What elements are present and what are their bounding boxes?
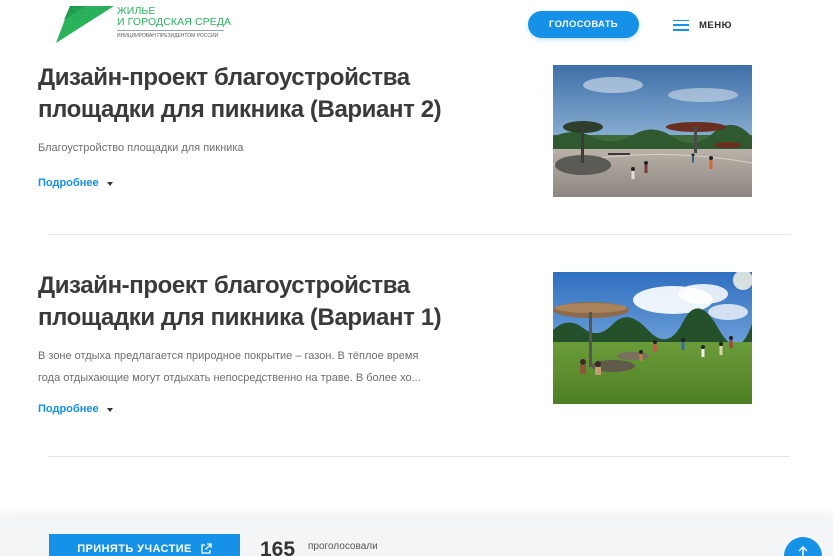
park-render-image bbox=[553, 272, 752, 404]
vote-count: 165 bbox=[260, 538, 296, 556]
caret-down-icon bbox=[106, 407, 113, 412]
project-title-line2: площадки для пикника (Вариант 1) bbox=[38, 304, 442, 331]
logo-small-text: Национальные проекты России bbox=[72, 6, 108, 20]
more-link-label: Подробнее bbox=[38, 403, 99, 415]
vote-button[interactable]: Голосовать bbox=[528, 11, 639, 38]
project-image[interactable] bbox=[553, 272, 752, 404]
logo-divider bbox=[117, 30, 224, 31]
vote-count-label: проголосовали bbox=[308, 541, 378, 552]
project-title[interactable]: Дизайн-проект благоустройства площадки д… bbox=[38, 62, 468, 126]
project-title-line2: площадки для пикника (Вариант 2) bbox=[38, 96, 442, 123]
project-title[interactable]: Дизайн-проект благоустройства площадки д… bbox=[38, 270, 468, 334]
participate-button[interactable]: Принять участие bbox=[49, 534, 240, 556]
project-image[interactable] bbox=[553, 65, 752, 197]
logo-title: Жилье и городская среда bbox=[117, 6, 231, 28]
project-description-line2: года отдыхающие могут отдыхать непосредс… bbox=[38, 372, 421, 384]
project-title-line1: Дизайн-проект благоустройства bbox=[38, 64, 410, 91]
menu-label: Меню bbox=[699, 19, 732, 31]
arrow-up-icon bbox=[798, 545, 808, 556]
scroll-top-button[interactable] bbox=[784, 537, 822, 556]
logo[interactable]: Национальные проекты России Жилье и горо… bbox=[56, 6, 236, 44]
more-link[interactable]: Подробнее bbox=[38, 403, 113, 415]
external-link-icon bbox=[200, 543, 212, 555]
hamburger-icon bbox=[673, 19, 689, 31]
participate-button-label: Принять участие bbox=[77, 543, 192, 555]
vote-footer-bar: Принять участие 165 проголосовали bbox=[0, 517, 833, 556]
logo-title-line2: и городская среда bbox=[117, 16, 232, 28]
project-description: Благоустройство площадки для пикника bbox=[38, 142, 244, 154]
site-header: Национальные проекты России Жилье и горо… bbox=[0, 0, 833, 50]
divider bbox=[48, 234, 790, 235]
page: Национальные проекты России Жилье и горо… bbox=[0, 0, 833, 556]
menu-button[interactable]: Меню bbox=[673, 17, 732, 33]
project-title-line1: Дизайн-проект благоустройства bbox=[38, 272, 410, 299]
logo-subtitle: Инициирован Президентом России bbox=[117, 33, 219, 39]
divider bbox=[48, 456, 790, 457]
project-description-line1: В зоне отдыха предлагается природное пок… bbox=[38, 350, 419, 362]
park-render-image bbox=[553, 65, 752, 197]
caret-down-icon bbox=[106, 181, 113, 186]
more-link-label: Подробнее bbox=[38, 177, 99, 189]
more-link[interactable]: Подробнее bbox=[38, 177, 113, 189]
project-description: В зоне отдыха предлагается природное пок… bbox=[38, 345, 478, 389]
